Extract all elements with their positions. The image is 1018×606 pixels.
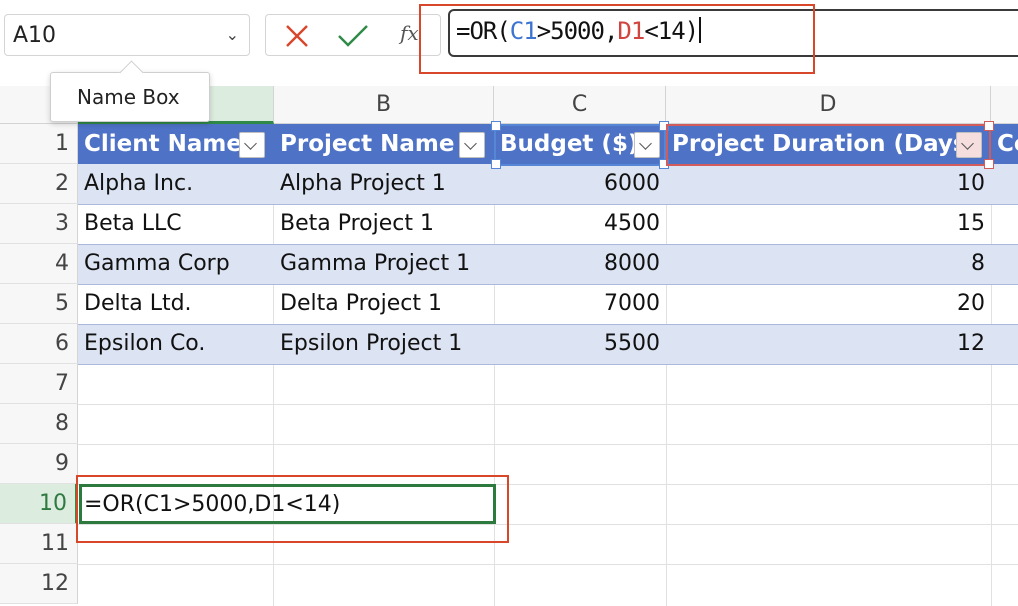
table-cell[interactable]: Epsilon Project 1 [274,324,494,364]
name-box-value: A10 [13,23,57,48]
row-header-10[interactable]: 10 [0,484,78,524]
table-cell[interactable]: Delta Ltd. [78,284,274,324]
column-header-c[interactable]: C [494,86,666,124]
tooltip-text: Name Box [77,85,180,109]
formula-highlight-box [419,4,815,74]
row-header-1[interactable]: 1 [0,124,78,164]
table-header-project-name[interactable]: Project Name [274,124,494,164]
row-header-11[interactable]: 11 [0,524,78,564]
row-header-7[interactable]: 7 [0,364,78,404]
resize-handle[interactable] [984,159,994,169]
band-divider [78,364,1018,365]
gridline [78,404,1018,405]
reference-box-d1 [666,121,994,169]
table-cell[interactable]: 10 [666,164,991,204]
table-cell[interactable]: Alpha Inc. [78,164,274,204]
cancel-icon[interactable] [283,22,311,50]
gridline [78,444,1018,445]
insert-function-icon[interactable]: fx [400,21,419,45]
table-cell[interactable]: Gamma Corp [78,244,274,284]
table-cell[interactable]: 12 [666,324,991,364]
filter-dropdown-icon[interactable] [239,132,265,158]
name-box[interactable]: A10 ⌄ [4,14,250,56]
filter-dropdown-icon[interactable] [459,132,485,158]
cell-highlight-box [76,475,509,543]
check-icon[interactable] [336,22,370,50]
reference-box-c1 [491,121,669,169]
table-cell[interactable]: 20 [666,284,991,324]
table-cell[interactable]: 5500 [494,324,666,364]
table-cell[interactable]: Epsilon Co. [78,324,274,364]
table-header-client-name[interactable]: Client Name [78,124,274,164]
gridline [78,564,1018,565]
table-cell[interactable]: 15 [666,204,991,244]
name-box-tooltip: Name Box [50,60,210,122]
row-header-5[interactable]: 5 [0,284,78,324]
table-cell[interactable]: Delta Project 1 [274,284,494,324]
chevron-down-icon[interactable]: ⌄ [226,25,239,44]
column-header-b[interactable]: B [274,86,494,124]
row-header-12[interactable]: 12 [0,564,78,604]
table-cell[interactable]: Beta LLC [78,204,274,244]
row-header-4[interactable]: 4 [0,244,78,284]
table-cell[interactable]: 7000 [494,284,666,324]
row-header-3[interactable]: 3 [0,204,78,244]
resize-handle[interactable] [984,121,994,131]
table-cell[interactable]: Alpha Project 1 [274,164,494,204]
formula-actions: fx [265,14,441,56]
table-cell[interactable]: 8 [666,244,991,284]
row-header-6[interactable]: 6 [0,324,78,364]
table-cell[interactable]: 8000 [494,244,666,284]
tooltip-tail [119,60,144,85]
table-header-partial[interactable]: Co [991,124,1018,164]
table-cell[interactable]: Beta Project 1 [274,204,494,244]
table-cell[interactable]: 4500 [494,204,666,244]
table-cell[interactable]: 6000 [494,164,666,204]
row-header-8[interactable]: 8 [0,404,78,444]
row-header-9[interactable]: 9 [0,444,78,484]
row-header-2[interactable]: 2 [0,164,78,204]
column-header-d[interactable]: D [666,86,991,124]
table-cell[interactable]: Gamma Project 1 [274,244,494,284]
resize-handle[interactable] [491,121,501,131]
column-header-e[interactable] [991,86,1018,124]
resize-handle[interactable] [491,159,501,169]
